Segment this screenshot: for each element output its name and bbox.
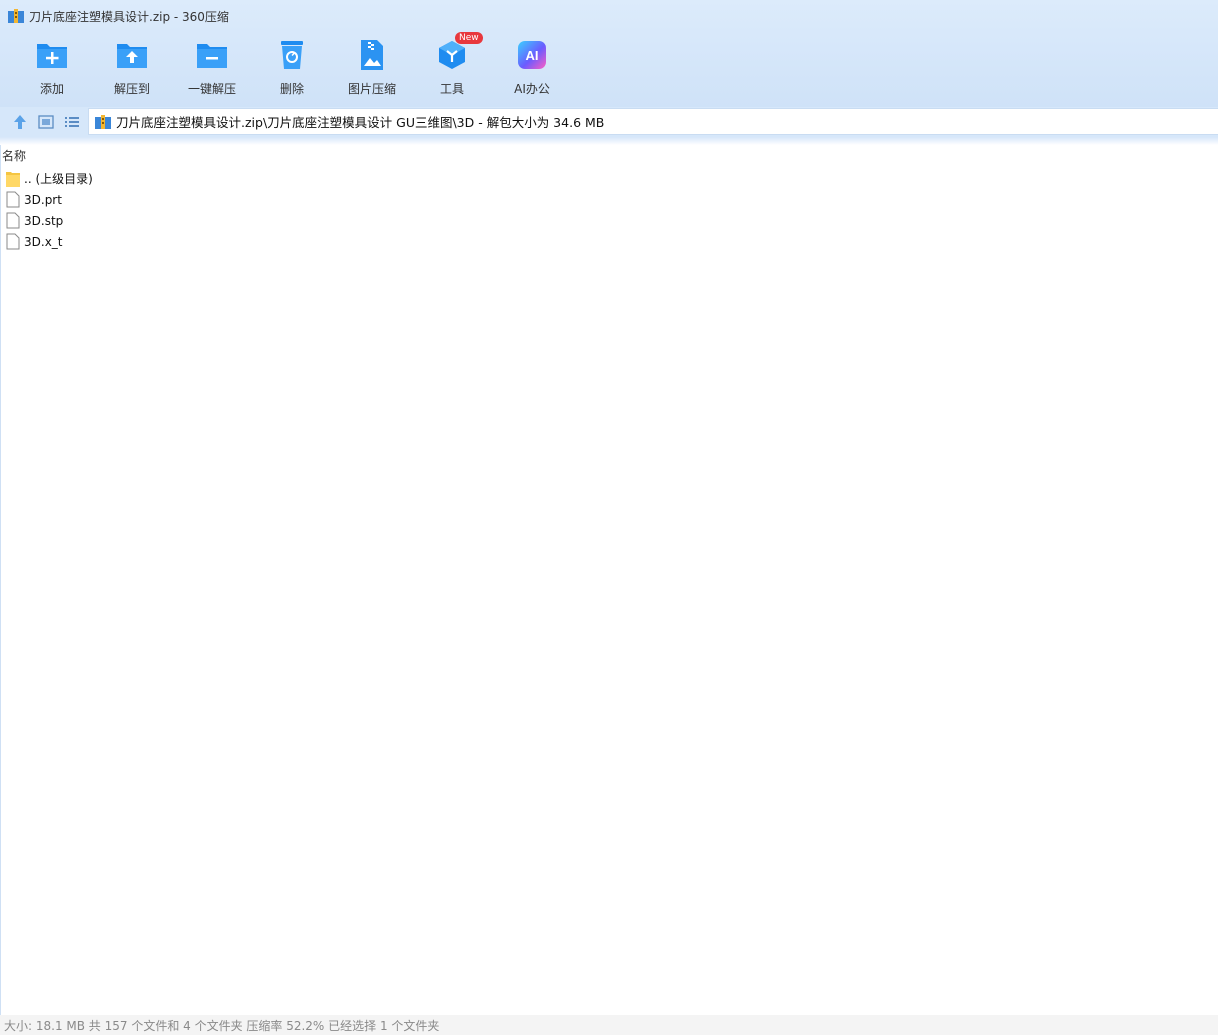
- file-list: .. (上级目录) 3D.prt 3D.stp 3D.x_t: [6, 168, 93, 252]
- list-item-name: 3D.x_t: [24, 234, 63, 249]
- extract-to-label: 解压到: [113, 82, 150, 96]
- image-compress-label: 图片压缩: [347, 82, 396, 96]
- path-text: 刀片底座注塑模具设计.zip\刀片底座注塑模具设计 GU三维图\3D - 解包大…: [116, 115, 605, 130]
- extract-to-button[interactable]: 解压到: [92, 38, 172, 98]
- column-header-name[interactable]: 名称: [2, 147, 26, 164]
- header-divider: [0, 137, 1218, 145]
- list-item-name: 3D.stp: [24, 213, 64, 228]
- list-item-parent-folder[interactable]: .. (上级目录): [6, 168, 93, 189]
- add-label: 添加: [39, 82, 64, 96]
- list-item-file[interactable]: 3D.prt: [6, 189, 93, 210]
- ai-office-icon: AI: [518, 41, 546, 69]
- up-arrow-icon[interactable]: [12, 114, 28, 130]
- tools-button[interactable]: New 工具: [412, 32, 492, 98]
- window-title: 刀片底座注塑模具设计.zip - 360压缩: [29, 9, 229, 24]
- list-item-file[interactable]: 3D.x_t: [6, 231, 93, 252]
- image-compress-icon: [361, 40, 383, 70]
- list-view-icon[interactable]: [64, 114, 80, 130]
- left-border: [0, 145, 1, 1015]
- delete-button[interactable]: 删除: [252, 38, 332, 98]
- list-item-name: .. (上级目录): [24, 172, 93, 186]
- add-button[interactable]: 添加: [12, 38, 92, 98]
- ai-office-button[interactable]: AI AI办公: [492, 38, 572, 98]
- ai-office-label: AI办公: [514, 82, 550, 96]
- add-folder-icon: [37, 44, 67, 68]
- file-icon: [6, 191, 20, 208]
- status-bar: 大小: 18.1 MB 共 157 个文件和 4 个文件夹 压缩率 52.2% …: [0, 1015, 1218, 1035]
- list-item-file[interactable]: 3D.stp: [6, 210, 93, 231]
- thumbnail-view-icon[interactable]: [38, 114, 54, 130]
- tools-label: 工具: [439, 82, 464, 96]
- image-compress-button[interactable]: 图片压缩: [332, 38, 412, 98]
- ai-icon-text: AI: [525, 47, 539, 63]
- window-title-bar: 刀片底座注塑模具设计.zip - 360压缩: [8, 6, 229, 26]
- file-icon: [6, 212, 20, 229]
- one-click-extract-label: 一键解压: [187, 82, 236, 96]
- extract-to-icon: [117, 44, 147, 68]
- delete-trash-icon: [281, 41, 303, 69]
- one-click-extract-button[interactable]: 一键解压: [172, 38, 252, 98]
- new-badge: New: [455, 32, 483, 44]
- archive-path-icon: [95, 114, 111, 129]
- file-icon: [6, 233, 20, 250]
- delete-label: 删除: [279, 82, 304, 96]
- archive-app-icon: [8, 9, 24, 23]
- folder-icon: [6, 172, 20, 187]
- path-address-bar[interactable]: 刀片底座注塑模具设计.zip\刀片底座注塑模具设计 GU三维图\3D - 解包大…: [88, 108, 1218, 135]
- title-toolbar-area: 刀片底座注塑模具设计.zip - 360压缩 添加 解压到 一键解压 删除 图片…: [0, 0, 1218, 107]
- list-item-name: 3D.prt: [24, 192, 62, 207]
- main-toolbar: 添加 解压到 一键解压 删除 图片压缩 New 工具 AI AI办公: [12, 32, 572, 98]
- one-click-extract-icon: [197, 44, 227, 68]
- status-text: 大小: 18.1 MB 共 157 个文件和 4 个文件夹 压缩率 52.2% …: [4, 1018, 440, 1033]
